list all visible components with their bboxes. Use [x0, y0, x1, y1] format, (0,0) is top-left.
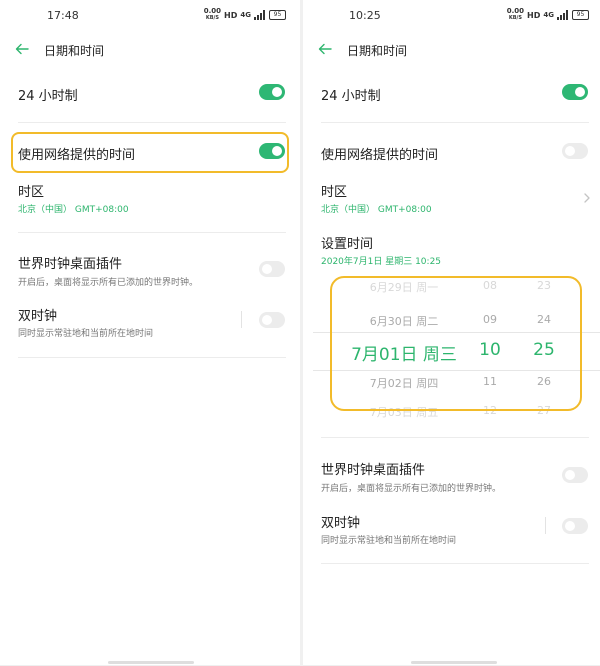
row-label: 世界时钟桌面插件: [321, 463, 426, 478]
toggle-world-clock[interactable]: [259, 261, 285, 277]
timezone-value: 北京（中国） GMT+08:00: [18, 205, 129, 215]
divider: [18, 232, 286, 233]
row-label: 双时钟: [321, 516, 361, 531]
row-label: 世界时钟桌面插件: [18, 257, 123, 272]
row-description: 同时显示常驻地和当前所在地时间: [18, 329, 154, 339]
data-speed-icon: 0.00 KB/S: [506, 7, 525, 22]
divider: [18, 357, 286, 358]
row-label: 24 小时制: [321, 89, 381, 104]
signal-icon: [557, 10, 569, 20]
status-bar: 17:48 0.00 KB/S HD 4G 95: [0, 0, 300, 32]
back-arrow-icon[interactable]: [14, 41, 30, 57]
toggle-network-time[interactable]: [259, 143, 285, 159]
signal-icon: [254, 10, 266, 20]
toggle-network-time[interactable]: [562, 143, 588, 159]
toggle-24-hour[interactable]: [259, 84, 285, 100]
status-icons: 0.00 KB/S HD 4G 95: [204, 8, 286, 22]
battery-icon: 95: [572, 10, 589, 20]
row-label: 时区: [18, 185, 45, 200]
status-bar: 10:25 0.00 KB/S HD 4G 95: [303, 0, 600, 32]
status-icons: 0.00 KB/S HD 4G 95: [507, 8, 589, 22]
toggle-world-clock[interactable]: [562, 467, 588, 483]
divider: [321, 122, 589, 123]
home-indicator[interactable]: [108, 661, 194, 664]
page-header: 日期和时间: [303, 38, 600, 66]
highlight-box: [330, 276, 582, 411]
left-screen: 17:48 0.00 KB/S HD 4G 95 日期和时间 24 小时制 使用…: [0, 0, 300, 666]
back-arrow-icon[interactable]: [317, 41, 333, 57]
home-indicator[interactable]: [411, 661, 497, 664]
divider: [321, 563, 589, 564]
row-description: 开启后，桌面将显示所有已添加的世界时钟。: [18, 278, 199, 288]
right-screen: 10:25 0.00 KB/S HD 4G 95 日期和时间 24 小时制 使用…: [303, 0, 600, 666]
set-time-value: 2020年7月1日 星期三 10:25: [321, 257, 442, 267]
row-description: 开启后，桌面将显示所有已添加的世界时钟。: [321, 484, 502, 494]
divider: [18, 122, 286, 123]
toggle-24-hour[interactable]: [562, 84, 588, 100]
divider: [321, 437, 589, 438]
page-header: 日期和时间: [0, 38, 300, 66]
row-description: 同时显示常驻地和当前所在地时间: [321, 536, 457, 546]
timezone-value: 北京（中国） GMT+08:00: [321, 205, 432, 215]
network-type: 4G: [240, 10, 251, 19]
chevron-right-icon: [584, 193, 590, 203]
row-label: 使用网络提供的时间: [321, 148, 439, 163]
divider: [545, 517, 546, 534]
row-label: 时区: [321, 185, 348, 200]
hd-icon: HD: [224, 10, 238, 20]
divider: [241, 311, 242, 328]
status-time: 10:25: [349, 9, 381, 22]
network-type: 4G: [543, 10, 554, 19]
toggle-dual-clock[interactable]: [562, 518, 588, 534]
row-label: 设置时间: [321, 237, 374, 252]
page-title: 日期和时间: [347, 44, 408, 58]
page-title: 日期和时间: [44, 44, 105, 58]
toggle-dual-clock[interactable]: [259, 312, 285, 328]
hd-icon: HD: [527, 10, 541, 20]
row-label: 双时钟: [18, 309, 58, 324]
data-speed-icon: 0.00 KB/S: [203, 7, 222, 22]
row-label: 24 小时制: [18, 89, 78, 104]
battery-icon: 95: [269, 10, 286, 20]
row-label: 使用网络提供的时间: [18, 148, 136, 163]
status-time: 17:48: [47, 9, 79, 22]
